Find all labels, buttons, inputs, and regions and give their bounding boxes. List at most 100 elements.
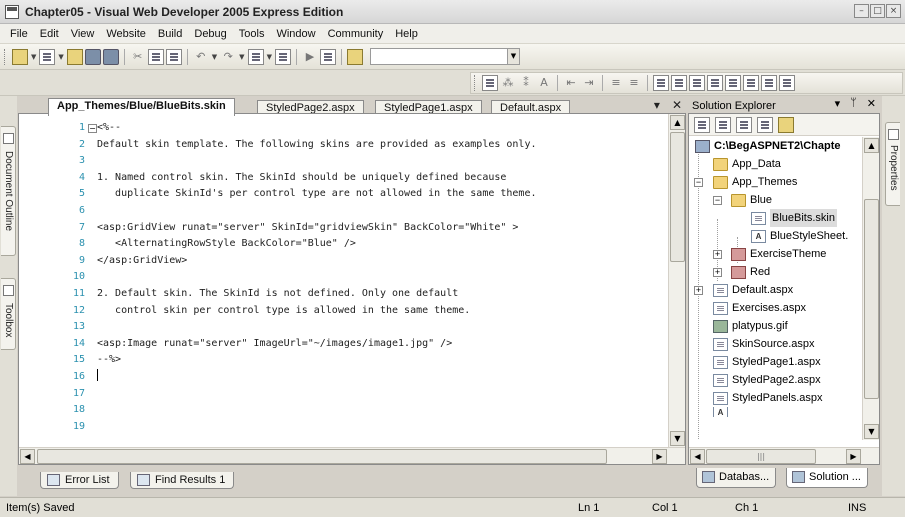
view-code-icon[interactable]: [757, 116, 773, 133]
scroll-up-button[interactable]: ▲: [864, 138, 879, 153]
code-text[interactable]: control skin per control type is allowed…: [97, 303, 470, 320]
parameter-info-icon[interactable]: ⁑: [518, 75, 534, 91]
start-debugging-icon[interactable]: ▶: [302, 49, 318, 65]
tree-item-app-data[interactable]: App_Data: [713, 155, 781, 173]
tree-item-app-themes[interactable]: App_Themes: [713, 173, 797, 191]
expand-icon[interactable]: +: [713, 250, 722, 259]
bookmark-window-icon[interactable]: [761, 75, 777, 91]
add-item-icon[interactable]: [39, 48, 56, 65]
tree-item-exercisetheme[interactable]: ExerciseTheme: [731, 245, 826, 263]
toolbox-tab[interactable]: Toolbox: [1, 278, 16, 350]
tab-find-results[interactable]: Find Results 1: [130, 472, 235, 489]
code-text[interactable]: </asp:GridView>: [97, 253, 187, 270]
maximize-button[interactable]: □: [870, 4, 885, 18]
scroll-right-button[interactable]: ▶: [846, 449, 861, 464]
code-text[interactable]: <%--: [97, 120, 121, 137]
close-panel-icon[interactable]: ✕: [867, 97, 876, 110]
toolbar-options-icon[interactable]: [779, 75, 795, 91]
expand-icon[interactable]: +: [713, 268, 722, 277]
save-icon[interactable]: [84, 48, 101, 65]
menu-build[interactable]: Build: [152, 28, 188, 40]
solution-vertical-scrollbar[interactable]: ▲ ▼: [862, 137, 879, 440]
code-line[interactable]: 18: [19, 402, 667, 419]
menu-edit[interactable]: Edit: [34, 28, 65, 40]
scroll-left-button[interactable]: ◀: [20, 449, 35, 464]
next-bookmark-icon[interactable]: [689, 75, 705, 91]
code-line[interactable]: 10: [19, 269, 667, 286]
collapse-icon[interactable]: −: [713, 196, 722, 205]
code-line[interactable]: 14 <asp:Image runat="server" ImageUrl="~/…: [19, 336, 667, 353]
comment-icon[interactable]: ≡: [608, 75, 624, 91]
toolbar-grip[interactable]: [474, 75, 477, 91]
tab-database-explorer[interactable]: Databas...: [696, 468, 777, 488]
tree-item-styledpanels-aspx[interactable]: StyledPanels.aspx: [713, 389, 823, 407]
dropdown-arrow-icon[interactable]: ▼: [212, 53, 217, 61]
previous-bookmark-icon[interactable]: [671, 75, 687, 91]
navigate-forward-icon[interactable]: [274, 48, 291, 65]
code-line[interactable]: 9 </asp:GridView>: [19, 253, 667, 270]
chevron-down-icon[interactable]: ▼: [506, 49, 519, 64]
menu-debug[interactable]: Debug: [188, 28, 232, 40]
tree-item-red[interactable]: Red: [731, 263, 770, 281]
active-files-dropdown-icon[interactable]: ▾: [654, 98, 660, 112]
code-line[interactable]: 8 <AlternatingRowStyle BackColor="Blue" …: [19, 236, 667, 253]
code-line[interactable]: 1 <%--: [19, 120, 667, 137]
editor-vertical-scrollbar[interactable]: ▲ ▼: [668, 114, 685, 447]
increase-indent-icon[interactable]: ⇥: [581, 75, 597, 91]
code-line[interactable]: 12 control skin per control type is allo…: [19, 303, 667, 320]
code-line[interactable]: 2 Default skin template. The following sk…: [19, 137, 667, 154]
tree-item-styledpage1-aspx[interactable]: StyledPage1.aspx: [713, 353, 821, 371]
properties-tab[interactable]: Properties: [885, 122, 900, 206]
display-object-icon[interactable]: [482, 75, 498, 91]
copy-website-icon[interactable]: [778, 116, 794, 133]
tree-item-blue[interactable]: Blue: [731, 191, 772, 209]
menu-view[interactable]: View: [65, 28, 101, 40]
close-button[interactable]: ×: [886, 4, 901, 18]
scroll-thumb[interactable]: [670, 132, 685, 262]
next-bookmark-in-folder-icon[interactable]: [725, 75, 741, 91]
close-document-icon[interactable]: ✕: [672, 98, 682, 112]
scroll-left-button[interactable]: ◀: [690, 449, 705, 464]
editor-horizontal-scrollbar[interactable]: ◀ ▶: [19, 447, 685, 464]
code-line[interactable]: 13: [19, 319, 667, 336]
find-combo[interactable]: ▼: [369, 48, 520, 65]
tree-item-styledpage2-aspx[interactable]: StyledPage2.aspx: [713, 371, 821, 389]
document-outline-tab[interactable]: Document Outline: [1, 126, 16, 256]
toolbar-grip[interactable]: [4, 48, 7, 65]
scroll-thumb[interactable]: [37, 449, 607, 464]
menu-website[interactable]: Website: [100, 28, 152, 40]
dropdown-arrow-icon[interactable]: ▼: [267, 53, 272, 61]
tree-item-partial[interactable]: A: [713, 407, 732, 417]
collapse-region-icon[interactable]: −: [88, 124, 97, 133]
collapse-icon[interactable]: −: [694, 178, 703, 187]
code-text[interactable]: <AlternatingRowStyle BackColor="Blue" />: [97, 236, 356, 253]
redo-icon[interactable]: ↷: [220, 49, 236, 65]
tree-item-root[interactable]: C:\BegASPNET2\Chapte: [695, 137, 841, 155]
tree-item-bluestylesheet[interactable]: A BlueStyleSheet.: [751, 227, 848, 245]
uncomment-icon[interactable]: ≡: [626, 75, 642, 91]
scroll-up-button[interactable]: ▲: [670, 115, 685, 130]
code-line[interactable]: 6: [19, 203, 667, 220]
paste-icon[interactable]: [165, 48, 182, 65]
code-text[interactable]: <asp:Image runat="server" ImageUrl="~/im…: [97, 336, 452, 353]
code-line[interactable]: 3: [19, 153, 667, 170]
tree-item-skinsource-aspx[interactable]: SkinSource.aspx: [713, 335, 815, 353]
code-line[interactable]: 19: [19, 419, 667, 436]
scroll-thumb[interactable]: |||: [706, 449, 816, 464]
menu-help[interactable]: Help: [389, 28, 424, 40]
code-line[interactable]: 4 1. Named control skin. The SkinId shoul…: [19, 170, 667, 187]
undo-icon[interactable]: ↶: [193, 49, 209, 65]
find-icon[interactable]: [319, 48, 336, 65]
code-text[interactable]: 2. Default skin. The SkinId is not defin…: [97, 286, 458, 303]
tab-bluebits-skin[interactable]: App_Themes/Blue/BlueBits.skin: [48, 98, 235, 116]
code-line[interactable]: 16: [19, 368, 667, 386]
dropdown-arrow-icon[interactable]: ▼: [239, 53, 244, 61]
code-line[interactable]: 5 duplicate SkinId's per control type ar…: [19, 186, 667, 203]
dropdown-arrow-icon[interactable]: ▼: [58, 53, 63, 61]
code-lines[interactable]: 1 <%-- 2 Default skin template. The followi…: [19, 120, 667, 450]
menu-tools[interactable]: Tools: [233, 28, 271, 40]
navigate-backward-icon[interactable]: [247, 48, 264, 65]
code-text[interactable]: duplicate SkinId's per control type are …: [97, 186, 536, 203]
complete-word-icon[interactable]: A: [536, 75, 552, 91]
dropdown-arrow-icon[interactable]: ▼: [31, 53, 36, 61]
